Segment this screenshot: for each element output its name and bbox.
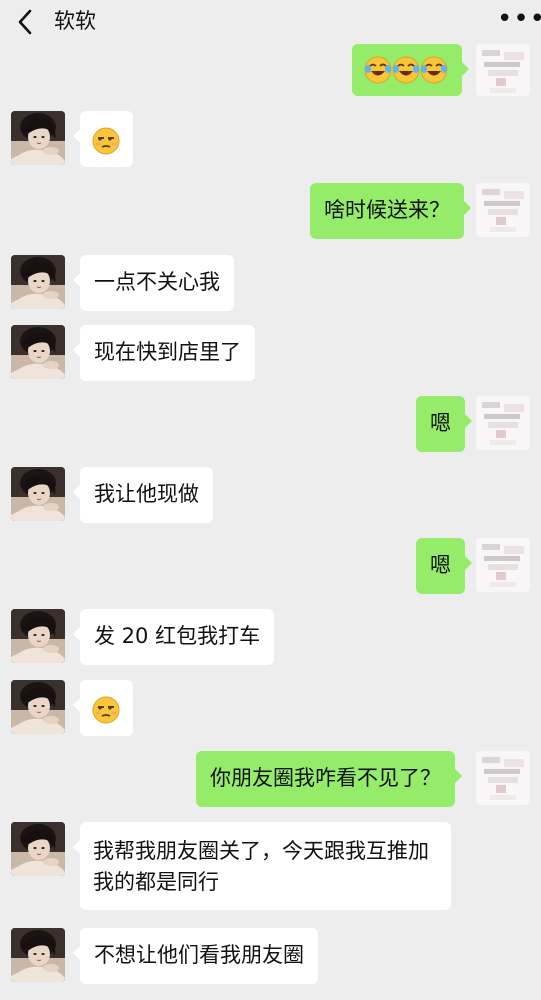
chat-header: 软软 ••• — [0, 0, 541, 44]
chevron-left-icon — [18, 9, 32, 35]
message-bubble-self[interactable]: 啥时候送来？ — [310, 183, 471, 239]
back-button[interactable] — [14, 8, 38, 36]
contact-avatar[interactable] — [11, 609, 65, 663]
contact-avatar-icon — [11, 680, 65, 734]
contact-avatar[interactable] — [11, 822, 65, 876]
message-bubble-contact[interactable]: 发 20 红包我打车 — [72, 609, 275, 665]
self-avatar[interactable] — [476, 183, 530, 237]
contact-avatar-icon — [11, 822, 65, 876]
unamused-emoji-icon — [92, 696, 120, 724]
unamused-emoji-icon — [92, 127, 120, 155]
contact-avatar[interactable] — [11, 255, 65, 309]
message-bubble-self[interactable]: 嗯 — [416, 538, 472, 594]
message-bubble-contact[interactable]: 我让他现做 — [73, 467, 213, 523]
message-bubble-contact[interactable]: 我帮我朋友圈关了，今天跟我互推加我的都是同行 — [73, 822, 451, 910]
message-bubble-contact[interactable]: 一点不关心我 — [73, 255, 234, 311]
contact-avatar[interactable] — [11, 680, 65, 734]
blurred-avatar-icon — [476, 44, 530, 96]
self-avatar[interactable] — [476, 396, 530, 450]
blurred-avatar-icon — [476, 538, 530, 592]
message-bubble-contact[interactable]: 不想让他们看我朋友圈 — [73, 928, 318, 984]
contact-avatar-icon — [11, 111, 65, 165]
message-bubble-contact[interactable]: 现在快到店里了 — [73, 325, 255, 381]
contact-avatar[interactable] — [11, 325, 65, 379]
message-bubble-self[interactable]: 嗯 — [416, 396, 472, 452]
self-avatar[interactable] — [476, 751, 530, 805]
contact-avatar-icon — [11, 255, 65, 309]
contact-avatar[interactable] — [11, 111, 65, 165]
laugh-cry-emoji-icon — [364, 56, 392, 84]
contact-avatar-icon — [11, 325, 65, 379]
more-options-button[interactable]: ••• — [497, 6, 541, 36]
contact-avatar-icon — [11, 609, 65, 663]
contact-avatar-icon — [11, 467, 65, 521]
self-avatar[interactable] — [476, 538, 530, 592]
laugh-cry-emoji-icon — [420, 56, 448, 84]
blurred-avatar-icon — [476, 183, 530, 237]
message-bubble-self[interactable]: 你朋友圈我咋看不见了？ — [196, 751, 462, 807]
message-bubble-contact[interactable] — [73, 680, 133, 736]
chat-title: 软软 — [54, 9, 96, 33]
more-dots-icon: ••• — [497, 4, 541, 34]
message-bubble-contact[interactable] — [73, 111, 133, 167]
contact-avatar[interactable] — [11, 928, 65, 982]
self-avatar[interactable] — [476, 44, 530, 96]
laugh-cry-emoji-icon — [392, 56, 420, 84]
contact-avatar[interactable] — [11, 467, 65, 521]
blurred-avatar-icon — [476, 751, 530, 805]
message-bubble-self[interactable] — [352, 44, 469, 96]
contact-avatar-icon — [11, 928, 65, 982]
blurred-avatar-icon — [476, 396, 530, 450]
